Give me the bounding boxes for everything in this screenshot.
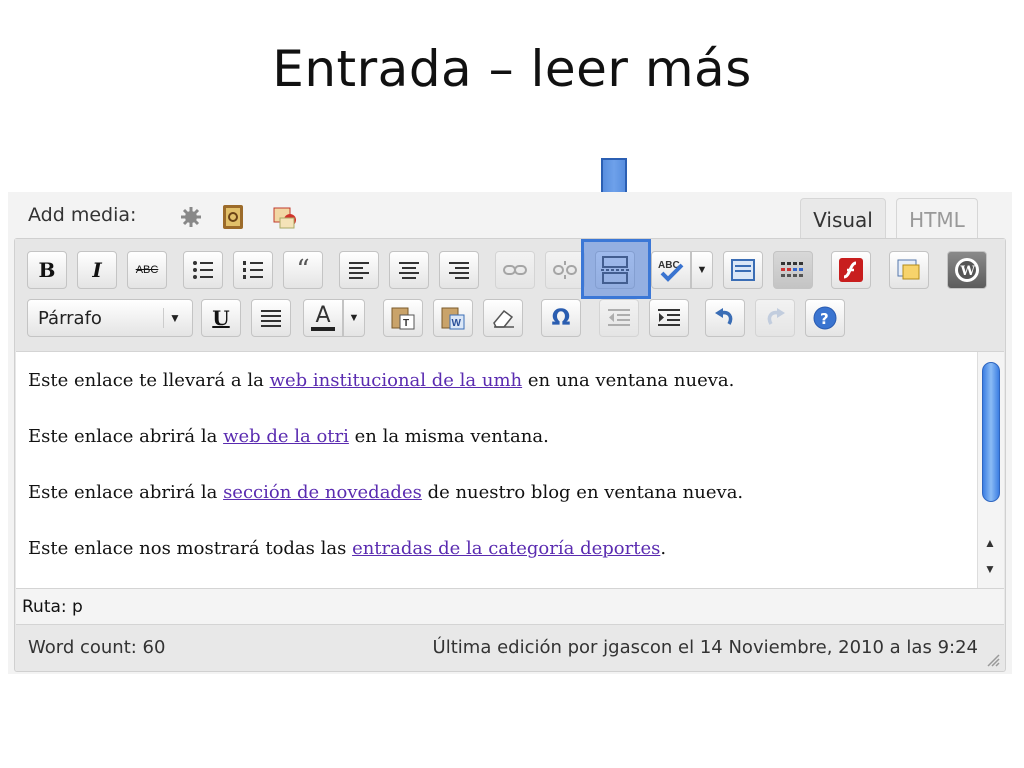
align-justify-icon (261, 310, 281, 327)
insert-link-button[interactable] (495, 251, 535, 289)
chevron-down-icon: ▼ (696, 264, 708, 276)
help-icon: ? (813, 306, 837, 330)
paste-word-button[interactable]: W (433, 299, 473, 337)
numbered-list-button[interactable] (233, 251, 273, 289)
svg-text:?: ? (820, 310, 829, 328)
scrollbar[interactable]: ▲ ▼ (977, 352, 1004, 588)
bullet-list-icon (193, 261, 213, 279)
spellcheck-icon: ABC (658, 260, 684, 282)
unlink-icon (553, 261, 577, 279)
tab-visual[interactable]: Visual (800, 198, 886, 240)
underline-button[interactable]: U (201, 299, 241, 337)
undo-button[interactable] (705, 299, 745, 337)
svg-text:W: W (452, 318, 462, 329)
bold-button[interactable]: B (27, 251, 67, 289)
justify-button[interactable] (251, 299, 291, 337)
redo-button[interactable] (755, 299, 795, 337)
address-book-icon[interactable] (220, 204, 246, 230)
redo-icon (767, 308, 785, 325)
editor-panel: B I ABC “ ABC ▼ W Párrafo ▼ U A ▼ T W Ω … (14, 238, 1006, 672)
add-media-label: Add media: (28, 204, 137, 226)
paragraph: Este enlace abrirá la web de la otri en … (28, 426, 549, 447)
numbered-list-icon (243, 261, 263, 279)
format-select[interactable]: Párrafo ▼ (27, 299, 193, 337)
link-deportes[interactable]: entradas de la categoría deportes (352, 538, 660, 559)
paste-text-icon: T (391, 307, 415, 330)
text-color-letter: A (315, 303, 331, 328)
indent-icon (658, 309, 680, 326)
undo-icon (715, 308, 733, 325)
link-novedades[interactable]: sección de novedades (223, 482, 422, 503)
tab-html[interactable]: HTML (896, 198, 978, 240)
spellcheck-button[interactable]: ABC (651, 251, 691, 289)
paragraph: Este enlace nos mostrará todas las entra… (28, 538, 667, 559)
slide-title: Entrada – leer más (272, 40, 752, 98)
quote-icon: “ (296, 255, 310, 285)
editor-content[interactable]: Este enlace te llevará a la web instituc… (16, 351, 1004, 589)
more-tag-highlight (581, 239, 651, 299)
post-editor: Add media: Visual HTML B I ABC “ ABC ▼ W… (8, 192, 1012, 674)
link-icon (503, 265, 527, 275)
insert-flash-button[interactable] (831, 251, 871, 289)
link-umh[interactable]: web institucional de la umh (270, 370, 523, 391)
scroll-down-icon[interactable]: ▼ (984, 562, 996, 576)
gear-icon[interactable] (178, 204, 204, 230)
unlink-button[interactable] (545, 251, 585, 289)
align-center-icon (399, 262, 419, 279)
scrollbar-thumb[interactable] (982, 362, 1000, 502)
editor-toolbar: B I ABC “ ABC ▼ W Párrafo ▼ U A ▼ T W Ω … (15, 239, 1005, 351)
insert-gallery-button[interactable] (889, 251, 929, 289)
fullscreen-icon (731, 259, 755, 281)
chevron-down-icon: ▼ (163, 308, 186, 328)
paragraph: Este enlace te llevará a la web instituc… (28, 370, 735, 391)
italic-button[interactable]: I (77, 251, 117, 289)
paste-text-button[interactable]: T (383, 299, 423, 337)
fullscreen-button[interactable] (723, 251, 763, 289)
clear-formatting-button[interactable] (483, 299, 523, 337)
path-bar: Ruta: p (16, 589, 1004, 625)
align-right-button[interactable] (439, 251, 479, 289)
resize-handle-icon[interactable] (986, 653, 1000, 667)
outdent-icon (608, 309, 630, 326)
chevron-down-icon: ▼ (348, 312, 360, 324)
outdent-button[interactable] (599, 299, 639, 337)
wordpress-button[interactable]: W (947, 251, 987, 289)
svg-text:T: T (403, 318, 409, 329)
align-right-icon (449, 262, 469, 279)
align-center-button[interactable] (389, 251, 429, 289)
status-bar: Word count: 60 Última edición por jgasco… (16, 625, 1004, 671)
word-count: Word count: 60 (28, 637, 166, 658)
flash-icon (839, 258, 863, 282)
bullet-list-button[interactable] (183, 251, 223, 289)
help-button[interactable]: ? (805, 299, 845, 337)
align-left-icon (349, 262, 369, 279)
spellcheck-language-dropdown[interactable]: ▼ (691, 251, 713, 289)
paste-word-icon: W (441, 307, 465, 330)
format-select-value: Párrafo (38, 308, 102, 329)
last-edit-info: Última edición por jgascon el 14 Noviemb… (432, 637, 978, 658)
scroll-up-icon[interactable]: ▲ (984, 536, 996, 550)
image-icon[interactable] (272, 204, 298, 230)
blockquote-button[interactable]: “ (283, 251, 323, 289)
text-color-button[interactable]: A (303, 299, 343, 337)
element-path: Ruta: p (22, 597, 83, 617)
special-character-button[interactable]: Ω (541, 299, 581, 337)
wordpress-icon: W (955, 258, 979, 282)
kitchen-sink-icon (781, 262, 803, 277)
kitchen-sink-button[interactable] (773, 251, 813, 289)
indent-button[interactable] (649, 299, 689, 337)
eraser-icon (493, 309, 514, 328)
align-left-button[interactable] (339, 251, 379, 289)
text-color-swatch (311, 327, 335, 331)
strikethrough-button[interactable]: ABC (127, 251, 167, 289)
svg-text:W: W (960, 264, 976, 279)
paragraph: Este enlace abrirá la sección de novedad… (28, 482, 744, 503)
link-otri[interactable]: web de la otri (223, 426, 349, 447)
text-color-dropdown[interactable]: ▼ (343, 299, 365, 337)
gallery-icon (897, 259, 920, 280)
